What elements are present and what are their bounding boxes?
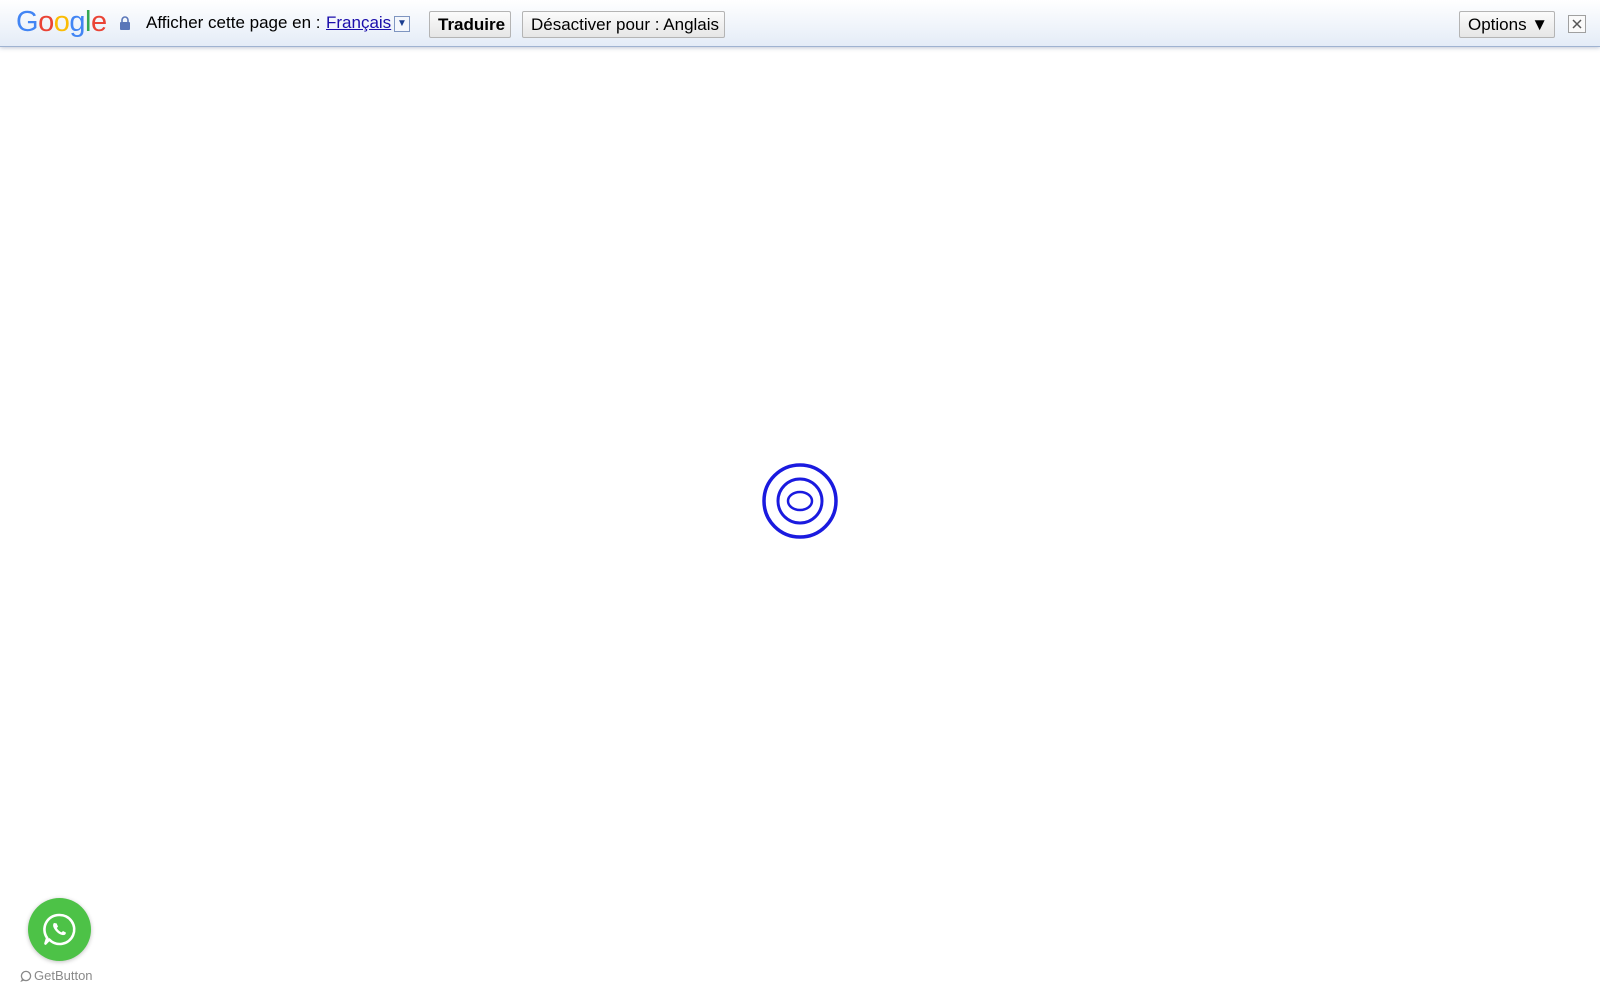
translate-prompt: Afficher cette page en :	[146, 13, 321, 32]
logo-letter-o2: o	[53, 6, 70, 38]
translate-button[interactable]: Traduire	[429, 11, 511, 38]
loading-spinner-icon	[762, 463, 838, 539]
whatsapp-icon	[43, 913, 76, 946]
language-dropdown-icon[interactable]: ▼	[394, 16, 410, 32]
close-icon	[1572, 19, 1582, 29]
close-translate-bar-button[interactable]	[1568, 15, 1586, 33]
language-link[interactable]: Français	[326, 13, 391, 33]
options-button[interactable]: Options ▼	[1459, 11, 1555, 38]
chat-bubble-icon	[20, 970, 32, 982]
logo-letter-g: G	[16, 6, 39, 38]
getbutton-credit[interactable]: GetButton	[20, 968, 93, 983]
logo-letter-e: e	[90, 6, 107, 38]
logo-letter-o1: o	[38, 6, 54, 38]
disable-translation-button[interactable]: Désactiver pour : Anglais	[522, 11, 725, 38]
google-logo: Google	[16, 4, 107, 40]
google-translate-bar: Google Afficher cette page en : Français…	[0, 0, 1600, 47]
lock-icon	[120, 16, 130, 30]
getbutton-label: GetButton	[34, 968, 93, 983]
whatsapp-chat-button[interactable]	[28, 898, 91, 961]
logo-letter-g2: g	[69, 6, 85, 38]
